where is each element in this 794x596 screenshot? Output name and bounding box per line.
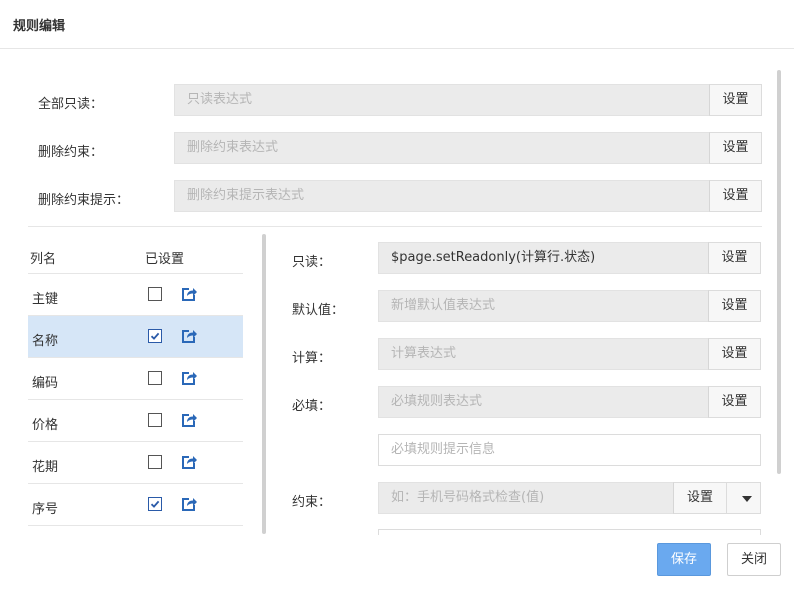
all-readonly-label: 全部只读： [38,97,104,112]
readonly-set-button[interactable]: 设置 [708,242,761,274]
default-value-input[interactable]: 新增默认值表达式 [378,290,709,322]
readonly-input[interactable]: $page.setReadonly(计算行.状态) [378,242,709,274]
edit-icon[interactable] [180,369,198,387]
readonly-label: 只读： [292,255,332,270]
caret-down-icon [742,496,752,502]
column-list-scrollbar[interactable] [262,234,266,534]
column-name: 价格 [32,418,59,433]
table-row[interactable]: 编码 [28,358,243,400]
constraint-set-button[interactable]: 设置 [673,482,727,514]
dialog-scrollbar[interactable] [777,70,781,474]
constraint-dropdown-button[interactable] [726,482,761,514]
delete-constraint-set-button[interactable]: 设置 [709,132,762,164]
delete-constraint-tip-label: 删除约束提示： [38,193,130,208]
column-name: 序号 [32,502,59,517]
default-value-label: 默认值： [292,303,345,318]
table-row[interactable]: 主键 [28,274,243,316]
dialog-header: 规则编辑 [0,0,794,49]
configured-checkbox[interactable] [148,371,162,385]
column-name: 花期 [32,460,59,475]
configured-checkbox[interactable] [148,329,162,343]
configured-checkbox[interactable] [148,455,162,469]
default-value-set-button[interactable]: 设置 [708,290,761,322]
compute-input[interactable]: 计算表达式 [378,338,709,370]
table-row[interactable]: 花期 [28,442,243,484]
edit-icon[interactable] [180,327,198,345]
column-name: 主键 [32,292,59,307]
table-row[interactable]: 价格 [28,400,243,442]
column-name: 编码 [32,376,59,391]
constraint-label: 约束： [292,495,332,510]
delete-constraint-tip-input[interactable]: 删除约束提示表达式 [174,180,710,212]
edit-icon[interactable] [180,495,198,513]
next-field-edge [378,529,761,535]
required-set-button[interactable]: 设置 [708,386,761,418]
configured-checkbox[interactable] [148,497,162,511]
edit-icon[interactable] [180,453,198,471]
delete-constraint-tip-set-button[interactable]: 设置 [709,180,762,212]
section-divider [28,226,762,227]
edit-icon[interactable] [180,285,198,303]
dialog-title: 规则编辑 [13,19,66,34]
close-button[interactable]: 关闭 [727,543,781,576]
table-row[interactable]: 序号 [28,484,243,526]
column-name: 名称 [32,334,59,349]
column-name-header: 列名 [30,252,57,267]
configured-checkbox[interactable] [148,287,162,301]
configured-header: 已设置 [145,252,185,267]
table-row[interactable]: 名称 [28,316,243,358]
check-icon [150,500,160,508]
compute-set-button[interactable]: 设置 [708,338,761,370]
delete-constraint-label: 删除约束： [38,145,104,160]
required-label: 必填： [292,399,332,414]
check-icon [150,332,160,340]
all-readonly-set-button[interactable]: 设置 [709,84,762,116]
save-button[interactable]: 保存 [657,543,711,576]
required-message-input[interactable]: 必填规则提示信息 [378,434,761,466]
constraint-input[interactable]: 如：手机号码格式检查(值) [378,482,674,514]
required-input[interactable]: 必填规则表达式 [378,386,709,418]
compute-label: 计算： [292,351,332,366]
edit-icon[interactable] [180,411,198,429]
all-readonly-input[interactable]: 只读表达式 [174,84,710,116]
delete-constraint-input[interactable]: 删除约束表达式 [174,132,710,164]
configured-checkbox[interactable] [148,413,162,427]
